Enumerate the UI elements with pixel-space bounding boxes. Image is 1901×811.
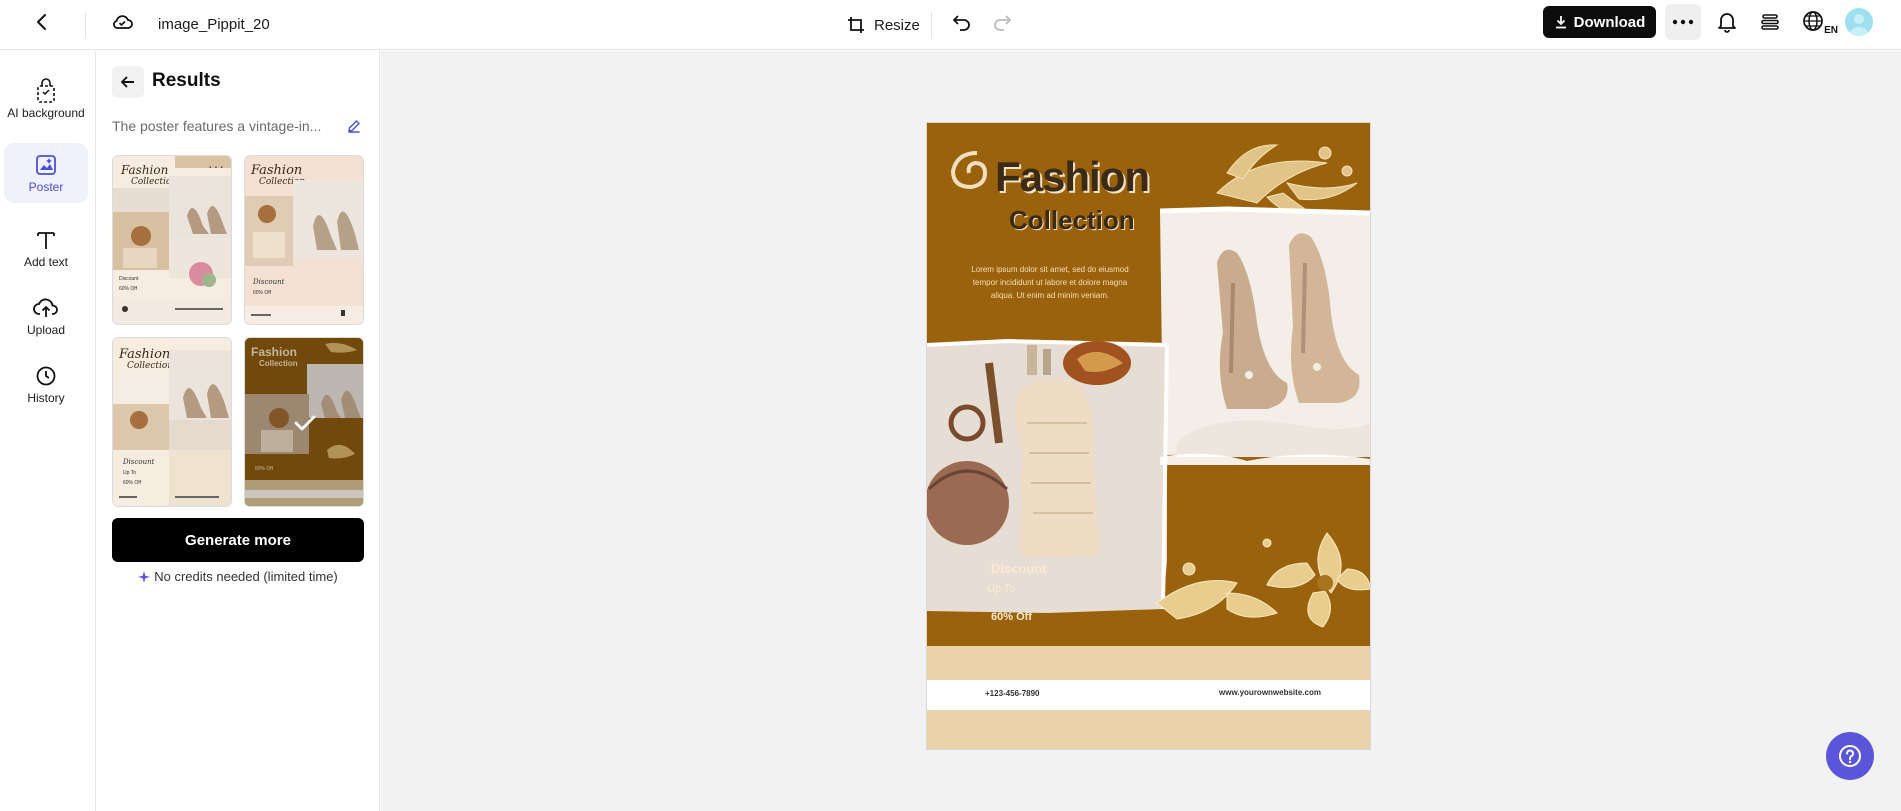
svg-text:Fashion: Fashion [250,163,302,178]
download-icon [1555,16,1566,29]
sidebar-item-history[interactable]: History [4,357,88,411]
svg-text:60% Off: 60% Off [123,480,142,486]
poster-footer-band [927,646,1370,680]
edit-prompt-button[interactable] [344,116,364,136]
sidebar-item-label: Add text [23,254,69,269]
result-thumbnail-2[interactable]: Fashion Collection Discount 60% Off [244,155,364,325]
back-button[interactable] [24,4,60,40]
undo-icon [953,15,970,31]
poster-off[interactable]: 60% Off [991,611,1032,623]
credits-note-text: No credits needed (limited time) [154,569,338,584]
svg-text:60% Off: 60% Off [253,290,272,296]
svg-text:Discount: Discount [252,278,285,286]
upload-icon [33,295,59,321]
language-button[interactable]: EN [1798,4,1838,40]
download-label: Download [1573,13,1646,31]
poster-title-line2[interactable]: Collection [1009,205,1135,236]
left-sidebar: AI background Poster Add text Upload His… [0,51,96,811]
poster-preview-image: Fashion Collection Discount Up To 60% Of… [113,338,231,506]
cloud-icon [113,15,133,29]
credits-note: No credits needed (limited time) [112,569,364,584]
sidebar-item-ai-background[interactable]: AI background [4,63,88,135]
sidebar-item-label: History [27,390,65,405]
svg-text:Fashion: Fashion [120,163,168,177]
more-options-button[interactable] [1665,4,1701,40]
canvas-area: Fashion Collection Lorem ipsum dolor sit… [381,51,1901,811]
poster-up-to[interactable]: Up To [987,583,1016,595]
poster-icon [35,152,57,178]
poster-website[interactable]: www.yourownwebsite.com [1219,688,1321,697]
svg-text:Fashion: Fashion [118,347,170,362]
result-thumbnail-1[interactable]: Fashion Collection Discount 60% Off ··· [112,155,232,325]
poster-preview-image: Fashion Collection Discount 60% Off [245,156,363,324]
result-thumbnail-3[interactable]: Fashion Collection Discount Up To 60% Of… [112,337,232,507]
sidebar-item-label: Upload [26,322,66,337]
user-avatar-icon [1849,14,1869,36]
generate-more-button[interactable]: Generate more [112,518,364,562]
prompt-text: The poster features a vintage-in... [112,118,322,134]
poster-footer-band [927,710,1370,749]
sidebar-item-poster[interactable]: Poster [4,143,88,203]
panel-back-button[interactable] [112,66,144,98]
sidebar-item-label: AI background [7,105,85,120]
sidebar-item-label: Poster [28,179,64,194]
text-icon [35,227,57,253]
poster-canvas[interactable]: Fashion Collection Lorem ipsum dolor sit… [927,123,1370,749]
sidebar-item-add-text[interactable]: Add text [4,221,88,275]
download-button[interactable]: Download [1543,6,1656,38]
ai-background-icon [34,77,58,104]
layers-icon [1761,14,1779,30]
poster-title-line1[interactable]: Fashion [995,153,1150,201]
pencil-icon [348,120,360,133]
results-panel: Results The poster features a vintage-in… [96,51,380,811]
sparkle-icon [138,570,151,583]
history-icon [35,363,57,389]
top-bar: image_Pippit_20 Resize Download EN [0,0,1901,50]
redo-icon [994,15,1011,31]
help-button[interactable] [1826,732,1874,780]
svg-text:Up To: Up To [123,470,136,476]
avatar[interactable] [1845,8,1873,36]
bell-icon [1718,13,1736,33]
redo-button[interactable] [984,4,1020,40]
svg-text:Collection: Collection [127,361,173,371]
undo-button[interactable] [944,4,980,40]
file-name[interactable]: image_Pippit_20 [158,12,270,36]
cloud-sync-button[interactable] [104,4,140,40]
arrow-left-icon [121,76,134,88]
divider [931,12,932,38]
check-icon [294,415,316,431]
poster-preview-image: Fashion Collection Discount 60% Off [113,156,231,324]
notifications-button[interactable] [1709,4,1745,40]
resize-icon [848,17,864,33]
help-icon [1839,745,1861,767]
resize-label: Resize [874,16,920,34]
sidebar-item-upload[interactable]: Upload [4,289,88,343]
selected-overlay [245,338,363,506]
result-thumbnail-4[interactable]: Fashion Collection 60% Off [244,337,364,507]
svg-text:Discount: Discount [122,458,155,466]
resize-button[interactable]: Resize [838,8,928,42]
poster-discount[interactable]: Discount [991,561,1047,576]
layers-button[interactable] [1752,4,1788,40]
more-horizontal-icon [1672,19,1694,25]
svg-text:60% Off: 60% Off [119,286,138,292]
poster-body-text[interactable]: Lorem ipsum dolor sit amet, sed do eiusm… [963,263,1137,302]
thumbnail-more-icon[interactable]: ··· [208,158,225,174]
poster-phone[interactable]: +123-456-7890 [985,689,1040,698]
chevron-left-icon [37,14,46,30]
language-badge: EN [1824,25,1838,36]
svg-text:Discount: Discount [119,276,139,282]
panel-title: Results [152,70,221,91]
divider [85,12,86,38]
